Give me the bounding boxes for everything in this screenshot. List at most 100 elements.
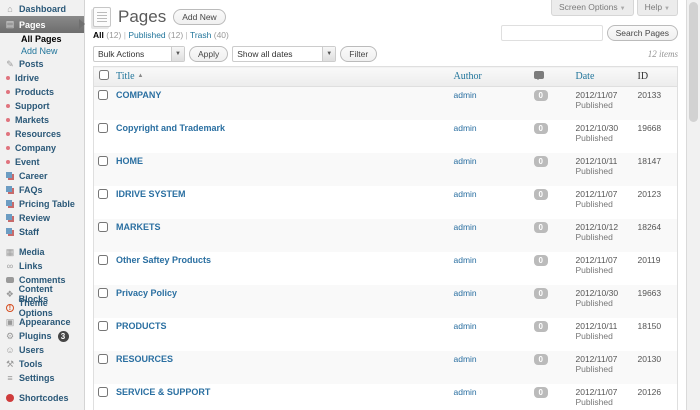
view-all[interactable]: All (12): [93, 30, 121, 40]
sidebar-item-markets[interactable]: Markets: [0, 113, 84, 127]
page-title-link[interactable]: COMPANY: [116, 90, 161, 100]
page-title-link[interactable]: SERVICE & SUPPORT: [116, 387, 210, 397]
sidebar-item-posts[interactable]: ✎ Posts: [0, 57, 84, 71]
author-link[interactable]: admin: [454, 123, 477, 133]
dates-filter-select[interactable]: Show all dates ▼: [232, 46, 337, 62]
date-value: 2012/10/12: [575, 222, 619, 232]
row-checkbox[interactable]: [98, 354, 108, 364]
comment-count-bubble[interactable]: 0: [533, 156, 548, 167]
sidebar-item-resources[interactable]: Resources: [0, 127, 84, 141]
apply-button[interactable]: Apply: [189, 46, 229, 62]
author-link[interactable]: admin: [454, 222, 477, 232]
view-published[interactable]: Published (12): [128, 30, 183, 40]
sidebar-item-pages[interactable]: ▤ Pages: [0, 16, 85, 33]
sidebar-item-support[interactable]: Support: [0, 99, 84, 113]
sidebar-subitem-all-pages[interactable]: All Pages: [0, 33, 84, 45]
page-title-link[interactable]: Other Saftey Products: [116, 255, 211, 265]
author-link[interactable]: admin: [454, 255, 477, 265]
page-title-link[interactable]: MARKETS: [116, 222, 161, 232]
author-link[interactable]: admin: [454, 156, 477, 166]
page-title-link[interactable]: RESOURCES: [116, 354, 173, 364]
sidebar-item-products[interactable]: Products: [0, 85, 84, 99]
author-link[interactable]: admin: [454, 354, 477, 364]
sidebar-subitem-add-new[interactable]: Add New: [0, 45, 84, 57]
page-title-link[interactable]: HOME: [116, 156, 143, 166]
sidebar-item-company[interactable]: Company: [0, 141, 84, 155]
page-id: 20119: [637, 255, 661, 265]
row-checkbox[interactable]: [98, 156, 108, 166]
row-checkbox[interactable]: [98, 255, 108, 265]
select-all-checkbox[interactable]: [99, 70, 109, 80]
comment-count-bubble[interactable]: 0: [533, 288, 548, 299]
row-checkbox[interactable]: [98, 123, 108, 133]
screen-meta-tabs: Screen Options ▼ Help ▼: [551, 0, 678, 16]
row-checkbox[interactable]: [98, 222, 108, 232]
author-link[interactable]: admin: [454, 321, 477, 331]
view-trash[interactable]: Trash (40): [190, 30, 229, 40]
tools-icon: ⚒: [5, 358, 15, 369]
sidebar-item-dashboard[interactable]: ⌂ Dashboard: [0, 2, 84, 16]
sidebar-item-idrive[interactable]: Idrive: [0, 71, 84, 85]
sidebar-item-review[interactable]: Review: [0, 211, 84, 225]
comment-count-bubble[interactable]: 0: [533, 123, 548, 134]
sidebar-item-event[interactable]: Event: [0, 155, 84, 169]
search-input[interactable]: [500, 25, 603, 41]
bulk-actions-select[interactable]: Bulk Actions ▼: [93, 46, 185, 62]
comment-count-bubble[interactable]: 0: [533, 222, 548, 233]
search-pages-button[interactable]: Search Pages: [606, 25, 678, 41]
sidebar-item-pricing-table[interactable]: Pricing Table: [0, 197, 84, 211]
column-title[interactable]: Title ▲: [112, 66, 450, 87]
sidebar-item-career[interactable]: Career: [0, 169, 84, 183]
comment-count-bubble[interactable]: 0: [533, 387, 548, 398]
status-value: Published: [575, 100, 613, 110]
add-new-button[interactable]: Add New: [173, 8, 226, 25]
sidebar-item-label: Plugins: [19, 331, 52, 341]
vertical-scrollbar[interactable]: [686, 0, 700, 410]
chevron-down-icon: ▼: [619, 6, 626, 12]
page-title-link[interactable]: PRODUCTS: [116, 321, 167, 331]
table-row: MARKETS admin 0 2012/10/12 Published 182…: [93, 219, 678, 252]
page-title-link[interactable]: Copyright and Trademark: [116, 123, 225, 133]
row-checkbox[interactable]: [98, 387, 108, 397]
sidebar-item-theme-options[interactable]: Theme Options: [0, 298, 84, 318]
sidebar-item-label: Career: [19, 171, 48, 181]
comment-count-bubble[interactable]: 0: [533, 90, 548, 101]
table-row: COMPANY admin 0 2012/11/07 Published 201…: [93, 86, 678, 120]
comment-count-bubble[interactable]: 0: [533, 354, 548, 365]
column-comments[interactable]: [529, 66, 572, 87]
sidebar-item-label: Products: [15, 87, 55, 97]
sidebar-item-shortcodes[interactable]: Shortcodes: [0, 391, 84, 405]
comment-count-bubble[interactable]: 0: [533, 189, 548, 200]
sidebar-item-staff[interactable]: Staff: [0, 225, 84, 239]
row-checkbox[interactable]: [98, 321, 108, 331]
row-checkbox[interactable]: [98, 288, 108, 298]
comment-count-bubble[interactable]: 0: [533, 321, 548, 332]
wp-admin-app: ⌂ Dashboard ▤ Pages All Pages Add New ✎ …: [0, 0, 700, 410]
help-tab[interactable]: Help ▼: [636, 0, 678, 16]
author-link[interactable]: admin: [454, 387, 477, 397]
row-checkbox[interactable]: [98, 90, 108, 100]
filter-button[interactable]: Filter: [340, 46, 378, 62]
sidebar-item-faqs[interactable]: FAQs: [0, 183, 84, 197]
page-title-link[interactable]: Privacy Policy: [116, 288, 177, 298]
comment-count-bubble[interactable]: 0: [533, 255, 548, 266]
column-author[interactable]: Author: [449, 66, 530, 87]
sidebar-item-media[interactable]: ▦ Media: [0, 245, 84, 259]
page-title: Pages: [118, 6, 167, 26]
sidebar-item-users[interactable]: ☺ Users: [0, 343, 84, 357]
page-title-link[interactable]: IDRIVE SYSTEM: [116, 189, 186, 199]
author-link[interactable]: admin: [454, 288, 477, 298]
post-type-circle-icon: [6, 118, 10, 122]
sidebar-item-label: Appearance: [19, 317, 71, 327]
sidebar-item-plugins[interactable]: ⚙ Plugins 3: [0, 329, 84, 343]
column-date[interactable]: Date: [571, 66, 634, 87]
author-link[interactable]: admin: [454, 189, 477, 199]
author-link[interactable]: admin: [454, 90, 477, 100]
row-checkbox[interactable]: [98, 189, 108, 199]
sidebar-item-settings[interactable]: ≡ Settings: [0, 371, 84, 385]
sidebar-item-tools[interactable]: ⚒ Tools: [0, 357, 84, 371]
sidebar-item-links[interactable]: ∞ Links: [0, 259, 84, 273]
screen-options-tab[interactable]: Screen Options ▼: [551, 0, 634, 16]
main-content: Screen Options ▼ Help ▼ Pages Add New Sear…: [85, 0, 686, 410]
scrollbar-thumb[interactable]: [689, 2, 698, 122]
